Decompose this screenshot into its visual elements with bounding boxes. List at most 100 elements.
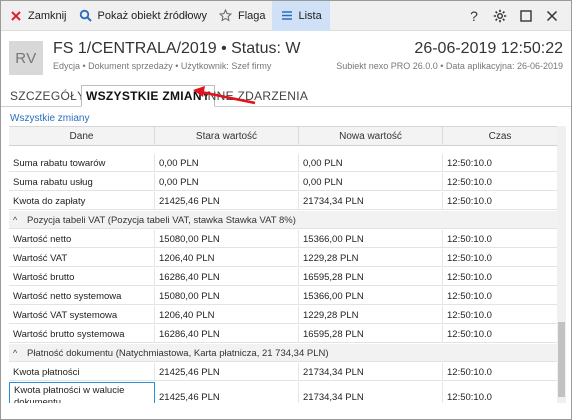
- tab-details[interactable]: SZCZEGÓŁY: [10, 85, 85, 107]
- cell-nowa: 0,00 PLN: [299, 154, 443, 172]
- collapse-caret-icon[interactable]: ^: [13, 215, 27, 225]
- cell-stara: 21425,46 PLN: [155, 363, 299, 381]
- cell-czas: 12:50:10.0: [447, 290, 492, 302]
- cell-czas: 12:50:10.0: [447, 391, 492, 403]
- list-icon: [280, 9, 294, 23]
- maximize-icon[interactable]: [513, 1, 539, 31]
- cell-czas: 12:50:10.0: [447, 176, 492, 188]
- cell-dane: Kwota płatności: [9, 363, 155, 381]
- column-header-new-value[interactable]: Nowa wartość: [299, 127, 443, 146]
- cell-dane: Kwota do zapłaty: [9, 192, 155, 210]
- cell-dane: Wartość brutto systemowa: [9, 325, 155, 343]
- document-meta: Edycja • Dokument sprzedaży • Użytkownik…: [53, 61, 272, 71]
- cell-stara: 0,00 PLN: [155, 154, 299, 172]
- flag-button[interactable]: Flaga: [213, 1, 272, 31]
- cell-czas: 12:50:10.0: [447, 328, 492, 340]
- search-icon: [79, 9, 93, 23]
- close-icon: [9, 9, 23, 23]
- scroll-thumb[interactable]: [558, 322, 565, 397]
- table-row[interactable]: Wartość VAT systemowa 1206,40 PLN 1229,28 …: [9, 306, 557, 324]
- cell-stara: 16286,40 PLN: [155, 268, 299, 286]
- grid-header: Dane Stara wartość Nowa wartość Czas: [9, 127, 557, 146]
- group-row[interactable]: ^ Pozycja tabeli VAT (Pozycja tabeli VAT,…: [9, 211, 557, 229]
- window-controls: ?: [461, 1, 565, 31]
- table-row[interactable]: Kwota płatności w walucie dokumentu 21425…: [9, 382, 557, 403]
- cell-dane: Wartość VAT: [9, 249, 155, 267]
- cell-stara: 0,00 PLN: [155, 173, 299, 191]
- cell-dane: Suma rabatu usług: [9, 173, 155, 191]
- table-row[interactable]: Suma rabatu usług 0,00 PLN 0,00 PLN 12:50:1…: [9, 173, 557, 191]
- cell-stara: 15080,00 PLN: [155, 287, 299, 305]
- grid-body: Suma rabatu towarów 0,00 PLN 0,00 PLN 12:50…: [9, 146, 557, 403]
- cell-stara: 1206,40 PLN: [155, 306, 299, 324]
- annotation-arrow: [193, 86, 256, 105]
- cell-czas: 12:50:10.0: [447, 233, 492, 245]
- close-window-icon[interactable]: [539, 1, 565, 31]
- list-label: Lista: [298, 9, 322, 22]
- section-title[interactable]: Wszystkie zmiany: [10, 113, 89, 124]
- tab-bar: SZCZEGÓŁY WSZYSTKIE ZMIANY INNE ZDARZENI…: [1, 85, 571, 107]
- toolbar: Zamknij Pokaż obiekt źródłowy Flaga List…: [1, 1, 571, 31]
- group-label: ^ Pozycja tabeli VAT (Pozycja tabeli VAT,…: [9, 211, 557, 229]
- cell-stara: 15080,00 PLN: [155, 230, 299, 248]
- star-icon: [219, 9, 233, 23]
- cell-czas: 12:50:10.0: [447, 252, 492, 264]
- cell-stara: 16286,40 PLN: [155, 325, 299, 343]
- cell-dane: Wartość brutto: [9, 268, 155, 286]
- table-row[interactable]: Suma rabatu towarów 0,00 PLN 0,00 PLN 12:50…: [9, 154, 557, 172]
- document-datetime: 26-06-2019 12:50:22: [414, 40, 563, 57]
- group-label-text: Płatność dokumentu (Natychmiastowa, Kart…: [27, 347, 329, 359]
- help-icon[interactable]: ?: [461, 1, 487, 31]
- table-row[interactable]: Wartość netto systemowa 15080,00 PLN 15366…: [9, 287, 557, 305]
- cell-nowa: 0,00 PLN: [299, 173, 443, 191]
- cell-stara: 1206,40 PLN: [155, 249, 299, 267]
- system-info: Subiekt nexo PRO 26.0.0 • Data aplikacyj…: [336, 61, 563, 71]
- cell-czas: 12:50:10.0: [447, 195, 492, 207]
- cell-nowa: 15366,00 PLN: [299, 287, 443, 305]
- cell-czas: 12:50:10.0: [447, 366, 492, 378]
- cell-stara: 21425,46 PLN: [155, 382, 299, 403]
- cell-czas: 12:50:10.0: [447, 309, 492, 321]
- cell-nowa: 21734,34 PLN: [299, 192, 443, 210]
- document-header: RV FS 1/CENTRALA/2019 • Status: W Edycja…: [1, 31, 571, 83]
- flag-label: Flaga: [237, 9, 266, 22]
- cell-dane: Wartość netto: [9, 230, 155, 248]
- cell-dane: Wartość netto systemowa: [9, 287, 155, 305]
- group-label: ^ Płatność dokumentu (Natychmiastowa, Kar…: [9, 344, 557, 362]
- cell-dane: Wartość VAT systemowa: [9, 306, 155, 324]
- cell-stara: 21425,46 PLN: [155, 192, 299, 210]
- table-row[interactable]: Wartość netto 15080,00 PLN 15366,00 PLN 12:…: [9, 230, 557, 248]
- table-row[interactable]: Wartość brutto 16286,40 PLN 16595,28 PLN 12…: [9, 268, 557, 286]
- cell-nowa: 1229,28 PLN: [299, 249, 443, 267]
- cell-nowa: 21734,34 PLN: [299, 363, 443, 381]
- column-header-old-value[interactable]: Stara wartość: [155, 127, 299, 146]
- gear-icon[interactable]: [487, 1, 513, 31]
- grid-scrollbar[interactable]: [557, 126, 566, 403]
- cell-nowa: 1229,28 PLN: [299, 306, 443, 324]
- close-button[interactable]: Zamknij: [1, 1, 73, 31]
- changes-grid: Dane Stara wartość Nowa wartość Czas Sum…: [9, 126, 557, 403]
- table-row[interactable]: Kwota do zapłaty 21425,46 PLN 21734,34 PLN…: [9, 192, 557, 210]
- source-label: Pokaż obiekt źródłowy: [97, 9, 207, 22]
- group-label-text: Pozycja tabeli VAT (Pozycja tabeli VAT, …: [27, 214, 296, 226]
- collapse-caret-icon[interactable]: ^: [13, 348, 27, 358]
- app-window: Zamknij Pokaż obiekt źródłowy Flaga List…: [0, 0, 572, 420]
- table-row[interactable]: Kwota płatności 21425,46 PLN 21734,34 PLN 1…: [9, 363, 557, 381]
- cell-nowa: 16595,28 PLN: [299, 268, 443, 286]
- cell-dane: Suma rabatu towarów: [9, 154, 155, 172]
- cell-czas: 12:50:10.0: [447, 271, 492, 283]
- cell-nowa: 16595,28 PLN: [299, 325, 443, 343]
- group-row[interactable]: ^ Płatność dokumentu (Natychmiastowa, Kar…: [9, 344, 557, 362]
- table-row[interactable]: Wartość brutto systemowa 16286,40 PLN 1659…: [9, 325, 557, 343]
- show-source-button[interactable]: Pokaż obiekt źródłowy: [73, 1, 213, 31]
- list-button[interactable]: Lista: [271, 1, 330, 31]
- table-row[interactable]: Wartość VAT 1206,40 PLN 1229,28 PLN 12:50:1…: [9, 249, 557, 267]
- cell-nowa: 21734,34 PLN: [299, 382, 443, 403]
- cell-dane: Kwota płatności w walucie dokumentu: [9, 382, 155, 403]
- avatar: RV: [9, 41, 43, 75]
- cell-czas: 12:50:10.0: [447, 157, 492, 169]
- column-header-data[interactable]: Dane: [9, 127, 155, 146]
- column-header-time[interactable]: Czas: [443, 127, 557, 146]
- close-label: Zamknij: [28, 9, 67, 22]
- page-title: FS 1/CENTRALA/2019 • Status: W: [53, 40, 301, 57]
